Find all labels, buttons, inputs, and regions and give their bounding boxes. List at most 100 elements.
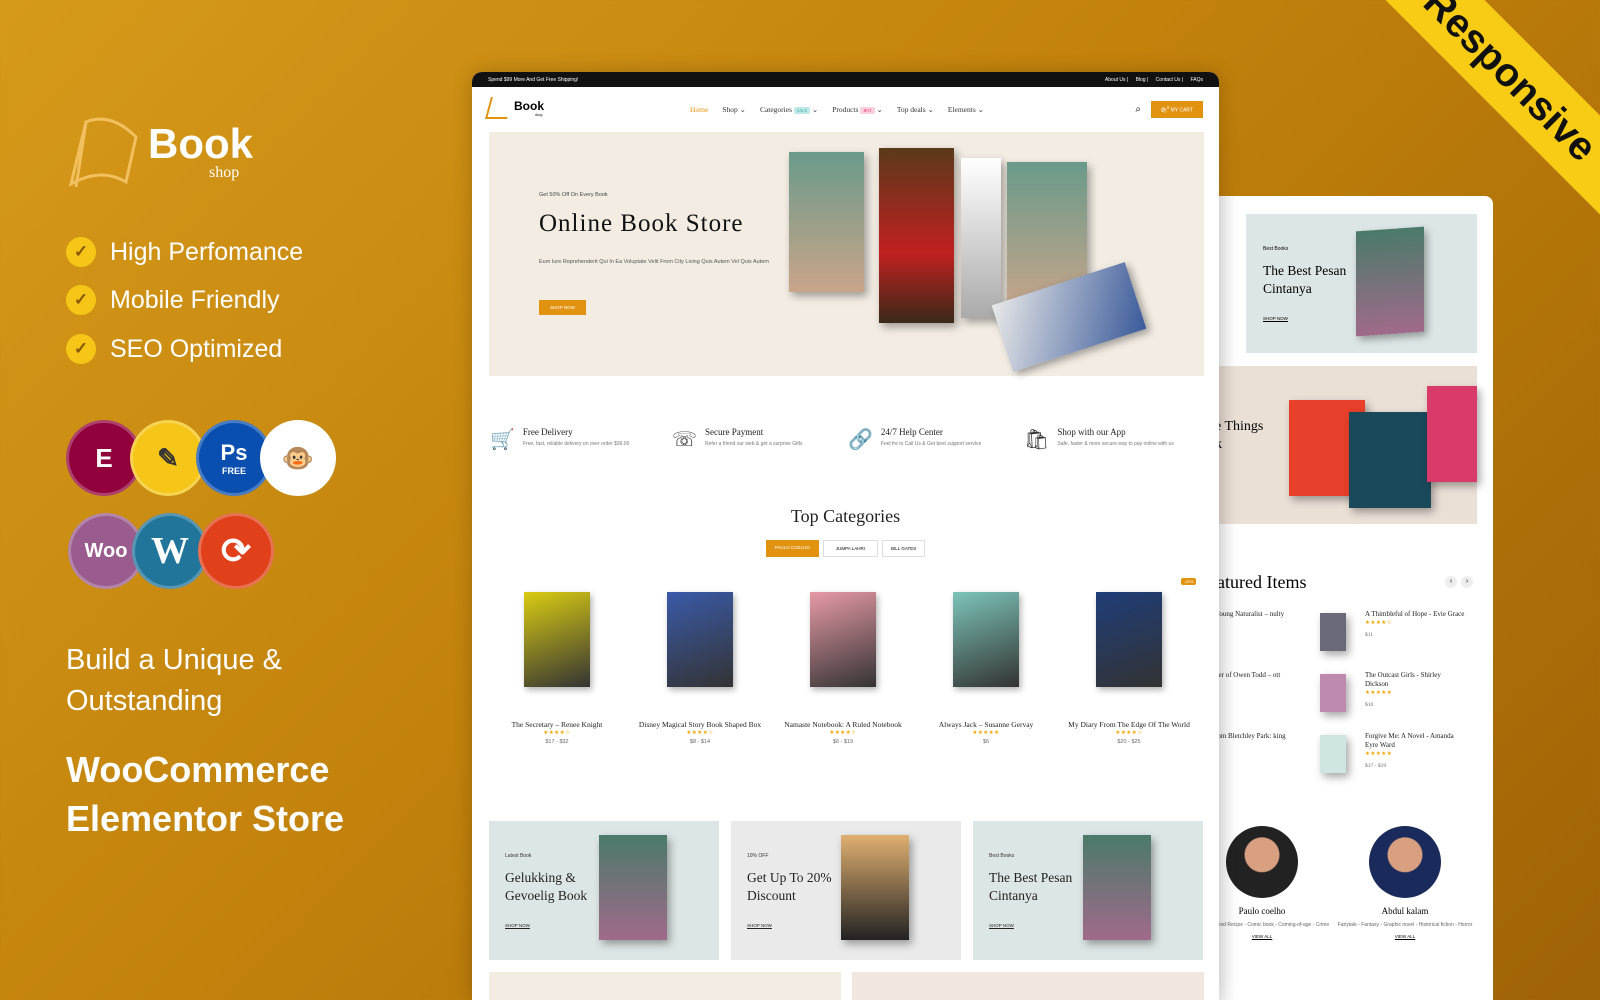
feature-item: ✓ SEO Optimized bbox=[66, 334, 282, 364]
author-name: Abdul kalam bbox=[1381, 906, 1429, 916]
product-card[interactable]: -20% My Diary From The Edge Of The World… bbox=[1059, 578, 1199, 745]
nav-label: Elements bbox=[947, 105, 976, 114]
service-text: Feel fre to Call Us & Get best support s… bbox=[880, 441, 982, 447]
contact-link[interactable]: Contact Us bbox=[1156, 77, 1181, 83]
phone-icon: ☏ bbox=[672, 429, 698, 451]
ribbon-label: Responsive bbox=[1415, 0, 1600, 170]
next-arrow-icon[interactable]: › bbox=[1461, 576, 1473, 588]
product-name[interactable]: My Diary From The Edge Of The World bbox=[1059, 719, 1199, 730]
brand-logo: Book shop bbox=[66, 112, 266, 192]
desktop-preview: Spend $99 More And Get Free Shipping! Ab… bbox=[472, 72, 1219, 1000]
tablet-preview: Best Books The Best Pesan Cintanya SHOP … bbox=[1205, 196, 1493, 1000]
cart-button[interactable]: 🛍0 MY CART bbox=[1150, 101, 1203, 118]
logo-name: Book bbox=[514, 98, 544, 113]
product-name[interactable]: Always Jack – Susanne Gervay bbox=[916, 719, 1056, 730]
menu: Home Shop ⌄ Categories SALE ⌄ Products HOT… bbox=[690, 105, 984, 114]
product-price: $10 bbox=[1365, 702, 1374, 708]
tagline-bold: WooCommerce Elementor Store bbox=[66, 745, 344, 843]
author-card: Abdul kalam Fairytale - Fantasy - Graphi… bbox=[1335, 826, 1475, 939]
nav-home[interactable]: Home bbox=[690, 105, 708, 114]
hero-kicker: Get 50% Off On Every Book bbox=[539, 192, 608, 198]
product-name[interactable]: The Secretary – Renee Knight bbox=[487, 719, 627, 730]
service-item: ☏ Secure Payment Refer a friend our web & … bbox=[672, 427, 842, 452]
feature-item: ✓ High Perfomance bbox=[66, 237, 303, 267]
bottom-banner bbox=[852, 972, 1204, 1000]
tab-bill-gates[interactable]: BILL GATES bbox=[882, 540, 926, 557]
open-book-icon bbox=[68, 117, 138, 188]
sale-pill: SALE bbox=[794, 107, 811, 114]
site-logo[interactable]: Book shop bbox=[485, 96, 548, 123]
featured-item[interactable]: The Outcast Girls - Shirley Dickson ★★★★★… bbox=[1365, 671, 1465, 710]
tab-paulo-coelho[interactable]: PAULO COELHO bbox=[765, 540, 819, 557]
banner-kicker: 10% OFF bbox=[747, 853, 769, 859]
product-price: $17 - $32 bbox=[545, 739, 569, 745]
banner-kicker: Best Books bbox=[1263, 246, 1289, 252]
banner-title: Get Up To 20% Discount bbox=[747, 870, 832, 903]
shop-now-link[interactable]: SHOP NOW bbox=[505, 923, 530, 928]
banner-kicker: Latest Book bbox=[505, 853, 532, 859]
rating-stars: ★★★★☆ bbox=[829, 730, 857, 736]
book-cover bbox=[1096, 592, 1162, 687]
service-title: Secure Payment bbox=[705, 427, 764, 437]
shop-now-link[interactable]: SHOP NOW bbox=[989, 923, 1014, 928]
nav-top-deals[interactable]: Top deals ⌄ bbox=[897, 105, 934, 114]
product-name[interactable]: A Thimbleful of Hope - Evie Grace bbox=[1365, 610, 1465, 619]
hero-text: Eum Iure Reprehenderit Qui In Ea Volupta… bbox=[539, 259, 769, 265]
hero-title: Online Book Store bbox=[539, 210, 744, 237]
search-icon[interactable]: ⌕ bbox=[1135, 104, 1141, 115]
product-card[interactable]: Disney Magical Story Book Shaped Box ★★★… bbox=[630, 592, 770, 745]
tab-jumpa-lahri[interactable]: JUMPA LAHRI bbox=[822, 540, 879, 557]
product-name[interactable]: Namaste Notebook: A Ruled Notebook bbox=[773, 719, 913, 730]
product-name[interactable]: Forgive Me: A Novel - Amanda Eyre Ward bbox=[1365, 732, 1465, 750]
about-link[interactable]: About Us bbox=[1105, 77, 1126, 83]
view-all-link[interactable]: VIEW ALL bbox=[1335, 934, 1475, 939]
nav-shop[interactable]: Shop ⌄ bbox=[722, 105, 746, 114]
book-cover bbox=[1349, 412, 1431, 508]
hero-banner: Get 50% Off On Every Book Online Book St… bbox=[489, 132, 1204, 376]
faq-link[interactable]: FAQs bbox=[1190, 77, 1203, 83]
nav-label: Categories bbox=[759, 105, 793, 114]
book-cover bbox=[879, 148, 954, 323]
logo-name: Book bbox=[148, 120, 253, 167]
book-cover bbox=[810, 592, 876, 687]
product-name[interactable]: The Outcast Girls - Shirley Dickson bbox=[1365, 671, 1465, 689]
product-price: $11 bbox=[1365, 632, 1374, 638]
featured-item[interactable]: Forgive Me: A Novel - Amanda Eyre Ward ★★… bbox=[1365, 732, 1465, 771]
category-tabs: PAULO COELHO JUMPA LAHRI BILL GATES bbox=[472, 540, 1219, 557]
check-icon: ✓ bbox=[66, 334, 96, 364]
product-card[interactable]: Namaste Notebook: A Ruled Notebook ★★★★☆… bbox=[773, 592, 913, 745]
product-card[interactable]: The Secretary – Renee Knight ★★★★☆ $17 -… bbox=[487, 592, 627, 745]
promo-banner-2: e Thingsk bbox=[1205, 366, 1477, 524]
featured-item[interactable]: A Thimbleful of Hope - Evie Grace ★★★★☆ $1… bbox=[1365, 610, 1465, 640]
product-card[interactable]: Always Jack – Susanne Gervay ★★★★★ $6 bbox=[916, 592, 1056, 745]
product-price: $17 - $19 bbox=[1365, 763, 1387, 769]
shop-now-link[interactable]: SHOP NOW bbox=[1263, 316, 1288, 321]
service-title: 24/7 Help Center bbox=[880, 427, 943, 437]
section-title: Top Categories bbox=[790, 506, 901, 526]
nav-elements[interactable]: Elements ⌄ bbox=[948, 105, 984, 114]
shipping-promo: Spend $99 More And Get Free Shipping! bbox=[488, 76, 579, 83]
shop-now-button[interactable]: SHOP NOW bbox=[539, 300, 586, 315]
rating-stars: ★★★★☆ bbox=[1115, 730, 1143, 736]
link-icon: 🔗 bbox=[848, 429, 873, 451]
discount-badge: -20% bbox=[1181, 578, 1197, 585]
product-price: $6 bbox=[982, 739, 990, 745]
tagline-line: Outstanding bbox=[66, 685, 223, 717]
notes-icon: ✎ bbox=[130, 420, 206, 496]
nav-categories[interactable]: Categories SALE ⌄ bbox=[760, 105, 818, 114]
shop-now-link[interactable]: SHOP NOW bbox=[747, 923, 772, 928]
feature-label: Mobile Friendly bbox=[110, 285, 280, 314]
rating-stars: ★★★★★ bbox=[1365, 751, 1393, 757]
service-title: Free Delivery bbox=[522, 427, 573, 437]
feature-label: SEO Optimized bbox=[110, 334, 283, 363]
service-item: 🔗 24/7 Help Center Feel fre to Call Us & G… bbox=[848, 427, 1018, 452]
product-name[interactable]: Disney Magical Story Book Shaped Box bbox=[630, 719, 770, 730]
prev-arrow-icon[interactable]: ‹ bbox=[1445, 576, 1457, 588]
mailchimp-icon: 🐵 bbox=[260, 420, 336, 496]
logo-sub: shop bbox=[535, 111, 543, 117]
nav-products[interactable]: Products HOT ⌄ bbox=[832, 105, 883, 114]
promo-banner: 10% OFF Get Up To 20% Discount SHOP NOW bbox=[731, 821, 961, 960]
author-genres: Fairytale - Fantasy - Graphic novel - Hi… bbox=[1337, 922, 1473, 928]
logo-sub: shop bbox=[209, 164, 240, 181]
blog-link[interactable]: Blog bbox=[1136, 77, 1146, 83]
